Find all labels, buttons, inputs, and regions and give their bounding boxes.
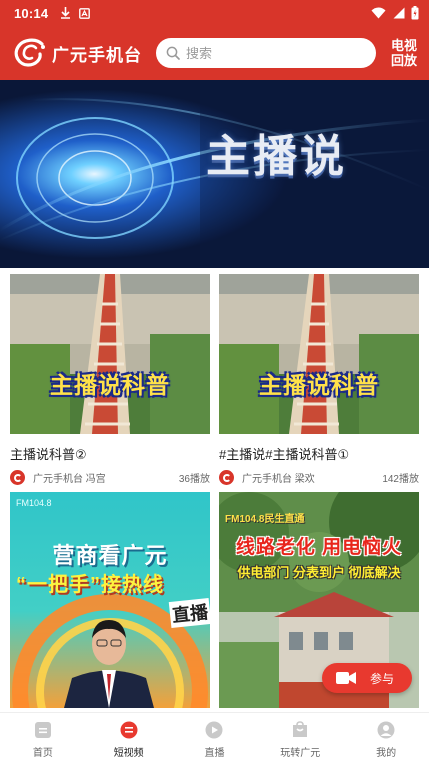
video-meta: 广元手机台 梁欢 142播放 <box>219 470 419 485</box>
join-button[interactable]: 参与 <box>322 663 412 693</box>
explore-icon <box>293 721 308 737</box>
nav-item-explore[interactable]: 玩转广元 <box>257 713 343 762</box>
video-card-2[interactable]: 主播说科普 #主播说#主播说科普① 广元手机台 梁欢 142播放 <box>219 274 419 485</box>
tower-image <box>219 274 419 434</box>
profile-icon <box>377 721 395 739</box>
video-meta: 广元手机台 冯宫 36播放 <box>10 470 210 485</box>
promo-title-line1: 营商看广元 <box>52 543 168 568</box>
app-logo: 广元手机台 <box>14 38 142 68</box>
app-header: 广元手机台 电视 回放 <box>0 26 429 80</box>
short-video-icon <box>120 721 138 739</box>
thumbnail-caption: 主播说科普 <box>259 372 379 398</box>
status-notifications <box>60 7 91 19</box>
download-icon <box>61 7 71 19</box>
promo-label: FM104.8 <box>16 498 52 508</box>
video-thumbnail[interactable]: 主播说科普 <box>219 274 419 434</box>
tower-image <box>10 274 210 434</box>
tv-replay-line2: 回放 <box>390 53 417 68</box>
wire-title: 线路老化 用电恼火 <box>235 537 403 558</box>
wifi-icon <box>371 7 386 19</box>
logo-text: 广元手机台 <box>52 45 142 65</box>
play-count: 142播放 <box>382 474 419 485</box>
promo-title-line2: “一把手”接热线 <box>16 574 164 596</box>
status-system-icons <box>371 6 419 20</box>
video-author: 广元手机台 梁欢 <box>242 474 315 485</box>
tv-replay-button[interactable]: 电视 回放 <box>389 38 419 68</box>
nav-label: 短视频 <box>113 748 144 759</box>
live-tag: 直播 <box>168 597 210 629</box>
video-author: 广元手机台 冯宫 <box>33 474 106 485</box>
logo-mark-icon <box>14 38 45 67</box>
play-count: 36播放 <box>178 474 210 485</box>
tv-replay-line1: 电视 <box>390 38 417 53</box>
video-title[interactable]: #主播说#主播说科普① <box>219 444 419 462</box>
live-icon <box>205 721 223 739</box>
nav-label: 首页 <box>32 748 53 759</box>
status-time: 10:14 <box>14 5 49 21</box>
bottom-nav: 首页 短视频 直播 玩转广元 我的 <box>0 712 429 762</box>
thumbnail-caption: 主播说科普 <box>50 372 170 398</box>
video-card-1[interactable]: 主播说科普 主播说科普② 广元手机台 冯宫 36播放 <box>10 274 210 485</box>
home-icon <box>34 722 51 738</box>
nav-label: 我的 <box>376 748 397 759</box>
video-thumbnail[interactable]: FM104.8 营商看广元 “一把手”接热线 直播 <box>10 492 210 708</box>
wire-top-text: FM104.8民生直通 <box>225 514 305 525</box>
nav-label: 玩转广元 <box>280 748 321 759</box>
battery-icon <box>411 6 419 20</box>
signal-icon <box>393 7 405 19</box>
nav-label: 直播 <box>204 748 225 759</box>
banner[interactable]: 主播说 <box>0 80 429 268</box>
search-box[interactable] <box>156 38 376 68</box>
nav-item-profile[interactable]: 我的 <box>343 713 429 762</box>
video-thumbnail[interactable]: 主播说科普 <box>10 274 210 434</box>
wire-subtitle: 供电部门 分表到户 彻底解决 <box>237 565 401 580</box>
official-portrait <box>64 620 154 708</box>
nav-item-short-video[interactable]: 短视频 <box>86 713 172 762</box>
author-avatar <box>10 470 25 485</box>
nav-item-live[interactable]: 直播 <box>172 713 258 762</box>
author-avatar <box>219 470 234 485</box>
nav-item-home[interactable]: 首页 <box>0 713 86 762</box>
search-icon <box>166 46 180 60</box>
status-bar: 10:14 <box>0 0 429 26</box>
banner-title: 主播说 <box>206 131 347 182</box>
video-title[interactable]: 主播说科普② <box>10 444 210 462</box>
app-notification-icon <box>79 7 91 19</box>
video-card-3[interactable]: FM104.8 营商看广元 “一把手”接热线 直播 <box>10 492 210 708</box>
search-input[interactable] <box>186 45 356 61</box>
join-button-label: 参与 <box>370 671 395 686</box>
video-camera-icon <box>336 672 356 684</box>
